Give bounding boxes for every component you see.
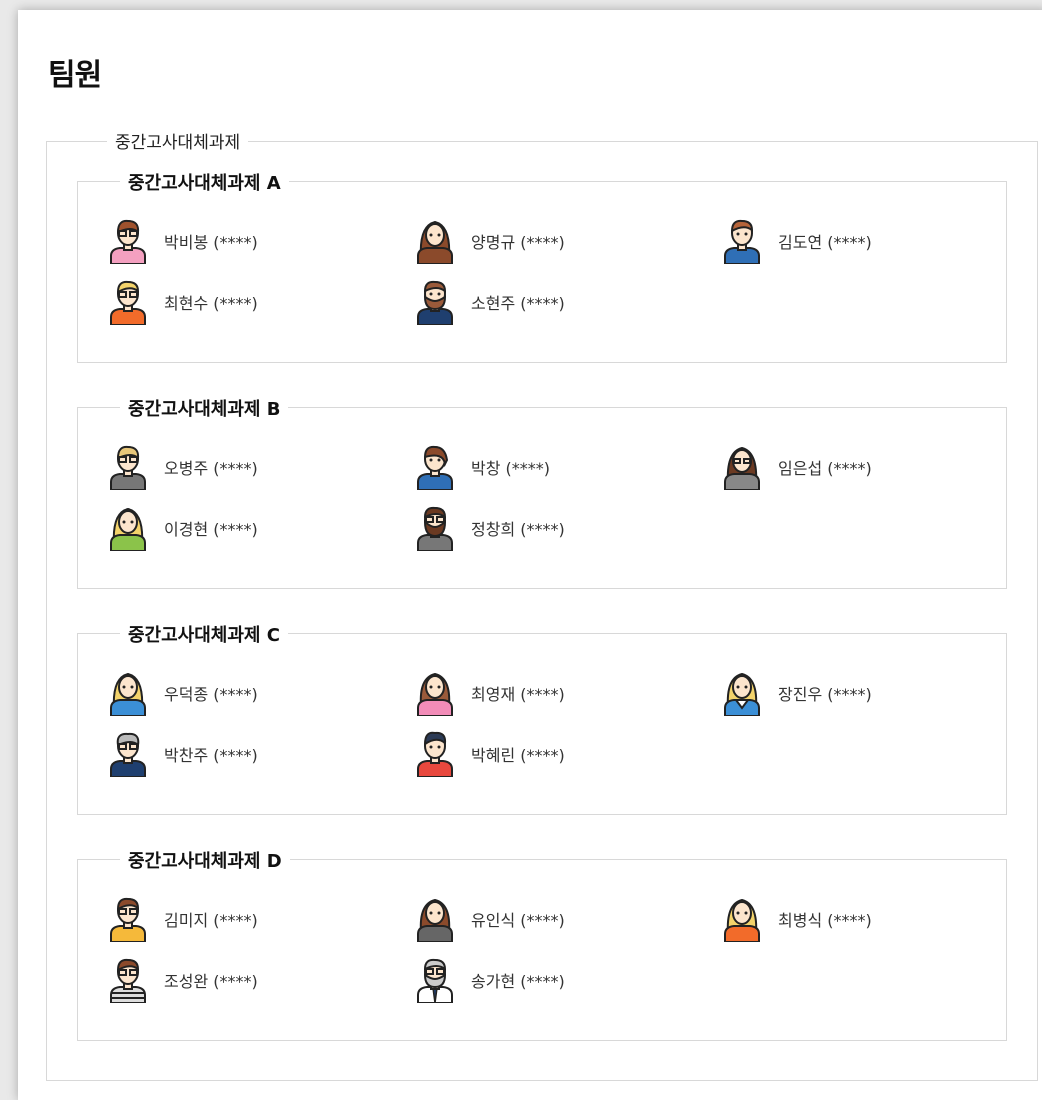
subgroup-b: 중간고사대체과제 B 오병주 (****) 박창 (****) 임은섭 (***… <box>77 395 1007 589</box>
person-avatar-icon <box>106 444 150 490</box>
member-name: 양명규 (****) <box>471 233 565 252</box>
person-avatar-icon <box>413 670 457 716</box>
member-item[interactable]: 오병주 (****) <box>106 444 258 490</box>
member-name: 최병식 (****) <box>778 911 872 930</box>
person-avatar-icon <box>413 444 457 490</box>
member-name: 장진우 (****) <box>778 685 872 704</box>
member-item[interactable]: 우덕종 (****) <box>106 670 258 716</box>
member-item[interactable]: 김도연 (****) <box>720 218 872 264</box>
member-name: 정창희 (****) <box>471 520 565 539</box>
member-name: 박혜린 (****) <box>471 746 565 765</box>
person-avatar-icon <box>413 279 457 325</box>
member-name: 조성완 (****) <box>164 972 258 991</box>
member-item[interactable]: 유인식 (****) <box>413 896 565 942</box>
member-item[interactable]: 조성완 (****) <box>106 957 258 1003</box>
member-name: 박찬주 (****) <box>164 746 258 765</box>
member-name: 임은섭 (****) <box>778 459 872 478</box>
member-name: 소현주 (****) <box>471 294 565 313</box>
member-item[interactable]: 정창희 (****) <box>413 505 565 551</box>
member-item[interactable]: 최현수 (****) <box>106 279 258 325</box>
person-avatar-icon <box>720 670 764 716</box>
subgroup-title: 중간고사대체과제 A <box>120 169 289 195</box>
person-avatar-icon <box>720 444 764 490</box>
person-avatar-icon <box>106 505 150 551</box>
team-group: 중간고사대체과제 중간고사대체과제 A 박비봉 (****) 양명규 (****… <box>46 128 1038 1081</box>
subgroup-title: 중간고사대체과제 B <box>120 395 289 421</box>
member-name: 송가현 (****) <box>471 972 565 991</box>
member-name: 오병주 (****) <box>164 459 258 478</box>
member-item[interactable]: 박찬주 (****) <box>106 731 258 777</box>
subgroup-d: 중간고사대체과제 D 김미지 (****) 유인식 (****) 최병식 (**… <box>77 847 1007 1041</box>
member-name: 최현수 (****) <box>164 294 258 313</box>
member-name: 유인식 (****) <box>471 911 565 930</box>
member-item[interactable]: 박창 (****) <box>413 444 550 490</box>
page-title: 팀원 <box>48 58 102 93</box>
person-avatar-icon <box>106 731 150 777</box>
member-item[interactable]: 송가현 (****) <box>413 957 565 1003</box>
member-name: 박비봉 (****) <box>164 233 258 252</box>
person-avatar-icon <box>413 505 457 551</box>
person-avatar-icon <box>413 218 457 264</box>
subgroup-title: 중간고사대체과제 D <box>120 847 290 873</box>
person-avatar-icon <box>720 896 764 942</box>
member-name: 김미지 (****) <box>164 911 258 930</box>
member-item[interactable]: 소현주 (****) <box>413 279 565 325</box>
member-item[interactable]: 박혜린 (****) <box>413 731 565 777</box>
member-name: 김도연 (****) <box>778 233 872 252</box>
person-avatar-icon <box>720 218 764 264</box>
person-avatar-icon <box>106 218 150 264</box>
member-name: 이경현 (****) <box>164 520 258 539</box>
person-avatar-icon <box>106 279 150 325</box>
member-item[interactable]: 최영재 (****) <box>413 670 565 716</box>
person-avatar-icon <box>413 731 457 777</box>
member-item[interactable]: 장진우 (****) <box>720 670 872 716</box>
subgroup-a: 중간고사대체과제 A 박비봉 (****) 양명규 (****) 김도연 (**… <box>77 169 1007 363</box>
person-avatar-icon <box>106 957 150 1003</box>
member-name: 우덕종 (****) <box>164 685 258 704</box>
member-item[interactable]: 최병식 (****) <box>720 896 872 942</box>
member-item[interactable]: 박비봉 (****) <box>106 218 258 264</box>
person-avatar-icon <box>106 670 150 716</box>
person-avatar-icon <box>106 896 150 942</box>
person-avatar-icon <box>413 957 457 1003</box>
member-item[interactable]: 임은섭 (****) <box>720 444 872 490</box>
person-avatar-icon <box>413 896 457 942</box>
member-item[interactable]: 이경현 (****) <box>106 505 258 551</box>
member-item[interactable]: 김미지 (****) <box>106 896 258 942</box>
group-title: 중간고사대체과제 <box>107 128 249 153</box>
subgroup-title: 중간고사대체과제 C <box>120 621 288 647</box>
member-name: 박창 (****) <box>471 459 551 478</box>
member-item[interactable]: 양명규 (****) <box>413 218 565 264</box>
subgroup-c: 중간고사대체과제 C 우덕종 (****) 최영재 (****) 장진우 (**… <box>77 621 1007 815</box>
member-name: 최영재 (****) <box>471 685 565 704</box>
